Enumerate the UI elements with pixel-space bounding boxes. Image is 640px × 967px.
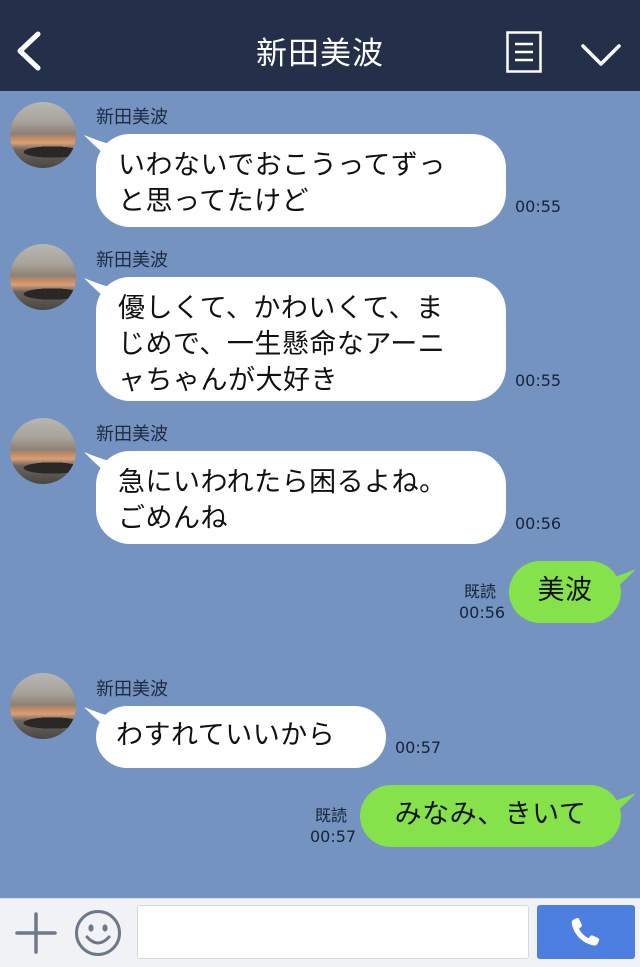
message-line: ごめんね <box>118 503 228 534</box>
menu-icon[interactable] <box>506 31 542 73</box>
chat-header: 新田美波 <box>0 0 640 91</box>
message-bubble[interactable]: 美波 <box>509 561 621 623</box>
phone-icon <box>571 918 600 946</box>
message-time: 00:55 <box>515 371 562 390</box>
plus-icon[interactable] <box>14 911 58 955</box>
chat-area[interactable]: 新田美波 いわないでおこうってずっ と思ってたけど 00:55 新田美波 優しく… <box>0 91 640 898</box>
avatar[interactable] <box>10 673 76 739</box>
input-bar <box>0 898 640 967</box>
message-bubble[interactable]: わすれていいから <box>96 706 386 768</box>
message-input[interactable] <box>137 905 529 959</box>
message-time: 00:56 <box>459 603 506 622</box>
sender-name: 新田美波 <box>96 107 168 128</box>
read-receipt: 既読 <box>463 582 496 601</box>
message-text: 美波 <box>537 575 593 606</box>
message-bubble[interactable]: みなみ、きいて <box>360 785 621 847</box>
message-line: 優しくて、かわいくて、ま <box>118 293 444 324</box>
message-line: わすれていいから <box>116 720 336 751</box>
sender-name: 新田美波 <box>96 250 168 271</box>
sender-name: 新田美波 <box>96 679 168 700</box>
chevron-down-icon[interactable] <box>580 42 622 68</box>
message-bubble[interactable]: 優しくて、かわいくて、ま じめで、一生懸命なアーニ ャちゃんが大好き <box>96 277 506 401</box>
avatar[interactable] <box>10 244 76 310</box>
message-line: じめで、一生懸命なアーニ <box>118 329 446 360</box>
message-line: ャちゃんが大好き <box>118 365 338 396</box>
message-bubble[interactable]: 急にいわれたら困るよね。 ごめんね <box>96 451 506 544</box>
message-line: いわないでおこうってずっ <box>118 150 446 181</box>
message-time: 00:57 <box>310 827 357 846</box>
call-button[interactable] <box>537 905 635 959</box>
message-time: 00:55 <box>515 197 562 216</box>
message-time: 00:57 <box>395 738 442 757</box>
chat-title: 新田美波 <box>256 36 384 72</box>
message-line: と思ってたけど <box>118 186 310 217</box>
avatar[interactable] <box>10 418 76 484</box>
sender-name: 新田美波 <box>96 424 168 445</box>
message-text: みなみ、きいて <box>394 799 587 830</box>
message-line: 急にいわれたら困るよね。 <box>118 467 447 498</box>
smile-icon[interactable] <box>74 909 122 957</box>
avatar[interactable] <box>10 102 76 168</box>
message-bubble[interactable]: いわないでおこうってずっ と思ってたけど <box>96 134 506 227</box>
message-time: 00:56 <box>515 514 562 533</box>
read-receipt: 既読 <box>314 806 347 825</box>
